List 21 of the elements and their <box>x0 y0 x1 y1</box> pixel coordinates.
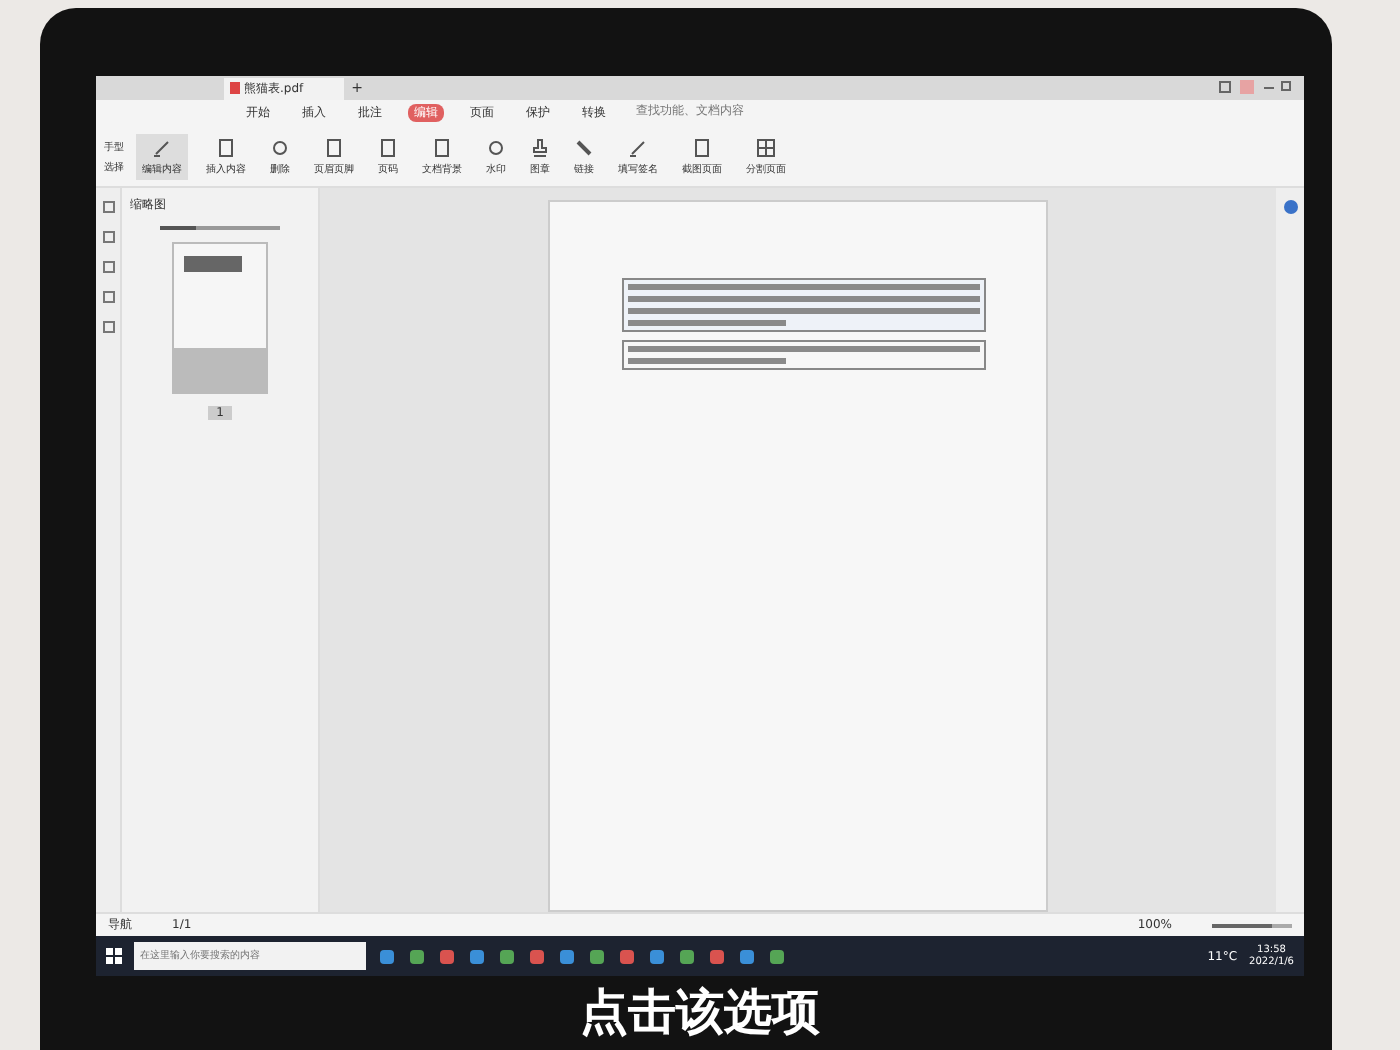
text-block-drawing[interactable] <box>622 278 986 332</box>
grid-icon <box>756 137 776 157</box>
windows-start-icon[interactable] <box>106 948 122 964</box>
sidebar-tool-icon[interactable] <box>101 200 115 214</box>
pencil-icon <box>628 137 648 157</box>
doc-icon <box>378 137 398 157</box>
stamp-icon <box>530 137 550 157</box>
sidebar-tool-icon[interactable] <box>101 260 115 274</box>
assistant-icon[interactable] <box>1283 200 1297 214</box>
pdf-icon <box>230 82 240 94</box>
sidebar-tool-icon[interactable] <box>101 320 115 334</box>
text-block-drawing[interactable] <box>622 340 986 370</box>
page-icon <box>692 137 712 157</box>
sidebar-tool-icon[interactable] <box>101 230 115 244</box>
page-thumbnail[interactable] <box>172 242 268 394</box>
pencil-icon <box>152 137 172 157</box>
doc-icon <box>216 137 236 157</box>
page-icon <box>432 137 452 157</box>
sidebar-tool-icon[interactable] <box>101 290 115 304</box>
page-icon <box>324 137 344 157</box>
window-controls-icon[interactable] <box>1216 80 1296 96</box>
